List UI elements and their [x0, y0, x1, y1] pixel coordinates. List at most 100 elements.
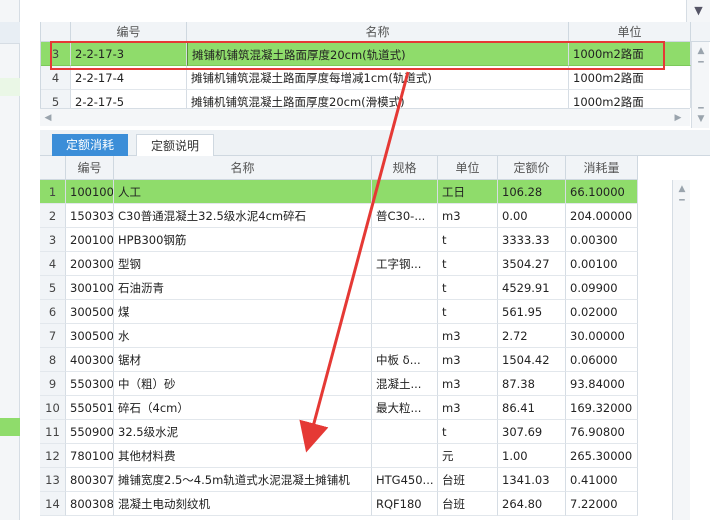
consumption-row[interactable]: 148003083混凝土电动刻纹机RQF180台班264.807.22000: [40, 492, 638, 516]
tab-quota-consumption[interactable]: 定额消耗: [52, 134, 129, 156]
quota-unit[interactable]: 1000m2路面: [569, 90, 691, 108]
bottom-vertical-scrollbar[interactable]: ▲ ━: [672, 180, 690, 520]
consumption-row[interactable]: 105505013碎石（4cm）最大粒...m386.41169.32000: [40, 396, 638, 420]
material-quantity[interactable]: 0.09900: [566, 276, 638, 300]
material-spec[interactable]: [372, 276, 438, 300]
material-code[interactable]: 2003004: [66, 252, 114, 276]
material-unit[interactable]: m3: [438, 396, 498, 420]
material-unit[interactable]: t: [438, 276, 498, 300]
material-unit[interactable]: 台班: [438, 468, 498, 492]
material-quantity[interactable]: 0.00300: [566, 228, 638, 252]
material-name[interactable]: 煤: [114, 300, 372, 324]
material-price[interactable]: 87.38: [498, 372, 566, 396]
material-quantity[interactable]: 0.02000: [566, 300, 638, 324]
material-price[interactable]: 1504.42: [498, 348, 566, 372]
quota-row[interactable]: 3 2-2-17-3 摊铺机铺筑混凝土路面厚度20cm(轨道式) 1000m2路…: [41, 42, 691, 66]
left-panel-row[interactable]: [0, 78, 20, 96]
quota-code[interactable]: 2-2-17-4: [71, 66, 187, 90]
top-horizontal-scrollbar[interactable]: ◀ ▶: [40, 108, 690, 126]
material-name[interactable]: C30普通混凝土32.5级水泥4cm碎石: [114, 204, 372, 228]
material-price[interactable]: 86.41: [498, 396, 566, 420]
material-code[interactable]: 1001001: [66, 180, 114, 204]
material-spec[interactable]: 中板 δ...: [372, 348, 438, 372]
material-price[interactable]: 2.72: [498, 324, 566, 348]
material-code[interactable]: 5505013: [66, 396, 114, 420]
material-code[interactable]: 4003002: [66, 348, 114, 372]
quota-unit[interactable]: 1000m2路面: [569, 66, 691, 90]
consumption-row[interactable]: 21503034C30普通混凝土32.5级水泥4cm碎石普C30-...m30.…: [40, 204, 638, 228]
header-unit[interactable]: 单位: [438, 156, 498, 180]
quota-unit[interactable]: 1000m2路面: [569, 42, 691, 66]
material-quantity[interactable]: 169.32000: [566, 396, 638, 420]
material-quantity[interactable]: 76.90800: [566, 420, 638, 444]
material-code[interactable]: 3005001: [66, 300, 114, 324]
material-name[interactable]: 人工: [114, 180, 372, 204]
material-price[interactable]: 561.95: [498, 300, 566, 324]
material-price[interactable]: 3504.27: [498, 252, 566, 276]
left-panel-selected-row[interactable]: [0, 418, 20, 436]
material-unit[interactable]: t: [438, 300, 498, 324]
material-unit[interactable]: t: [438, 252, 498, 276]
material-name[interactable]: 水: [114, 324, 372, 348]
material-unit[interactable]: 元: [438, 444, 498, 468]
material-name[interactable]: 其他材料费: [114, 444, 372, 468]
consumption-row[interactable]: 127801001其他材料费 元1.00265.30000: [40, 444, 638, 468]
header-code[interactable]: 编号: [71, 22, 187, 42]
material-unit[interactable]: t: [438, 228, 498, 252]
consumption-row[interactable]: 11001001人工 工日106.2866.10000: [40, 180, 638, 204]
material-code[interactable]: 3001001: [66, 276, 114, 300]
scroll-up-arrow-icon[interactable]: ━: [676, 196, 688, 206]
material-price[interactable]: 3333.33: [498, 228, 566, 252]
material-name[interactable]: 32.5级水泥: [114, 420, 372, 444]
material-spec[interactable]: 普C30-...: [372, 204, 438, 228]
material-quantity[interactable]: 93.84000: [566, 372, 638, 396]
material-price[interactable]: 1341.03: [498, 468, 566, 492]
material-name[interactable]: 摊铺宽度2.5～4.5m轨道式水泥混凝土摊铺机: [114, 468, 372, 492]
material-unit[interactable]: m3: [438, 372, 498, 396]
consumption-row[interactable]: 32001001HPB300钢筋 t3333.330.00300: [40, 228, 638, 252]
scroll-right-arrow-icon[interactable]: ▶: [672, 113, 684, 123]
header-unit[interactable]: 单位: [569, 22, 691, 42]
header-price[interactable]: 定额价: [498, 156, 566, 180]
material-spec[interactable]: [372, 324, 438, 348]
material-spec[interactable]: [372, 180, 438, 204]
top-vertical-scrollbar[interactable]: ▲ ━ ━ ▼: [691, 42, 709, 128]
consumption-row[interactable]: 11550900132.5级水泥 t307.6976.90800: [40, 420, 638, 444]
consumption-row[interactable]: 53001001石油沥青 t4529.910.09900: [40, 276, 638, 300]
quota-row[interactable]: 5 2-2-17-5 摊铺机铺筑混凝土路面厚度20cm(滑模式) 1000m2路…: [41, 90, 691, 108]
material-quantity[interactable]: 0.41000: [566, 468, 638, 492]
material-code[interactable]: 5503005: [66, 372, 114, 396]
material-price[interactable]: 1.00: [498, 444, 566, 468]
material-unit[interactable]: m3: [438, 348, 498, 372]
consumption-row[interactable]: 95503005中（粗）砂混凝土...m387.3893.84000: [40, 372, 638, 396]
material-quantity[interactable]: 0.06000: [566, 348, 638, 372]
material-price[interactable]: 106.28: [498, 180, 566, 204]
material-spec[interactable]: [372, 300, 438, 324]
consumption-row[interactable]: 42003004型钢工字钢...t3504.270.00100: [40, 252, 638, 276]
material-unit[interactable]: 台班: [438, 492, 498, 516]
material-spec[interactable]: HTG450...: [372, 468, 438, 492]
material-spec[interactable]: 混凝土...: [372, 372, 438, 396]
material-quantity[interactable]: 204.00000: [566, 204, 638, 228]
quota-row[interactable]: 4 2-2-17-4 摊铺机铺筑混凝土路面厚度每增减1cm(轨道式) 1000m…: [41, 66, 691, 90]
material-price[interactable]: 307.69: [498, 420, 566, 444]
material-price[interactable]: 4529.91: [498, 276, 566, 300]
material-quantity[interactable]: 7.22000: [566, 492, 638, 516]
material-code[interactable]: 3005004: [66, 324, 114, 348]
header-code[interactable]: 编号: [66, 156, 114, 180]
material-code[interactable]: 7801001: [66, 444, 114, 468]
quota-code[interactable]: 2-2-17-3: [71, 42, 187, 66]
material-spec[interactable]: [372, 228, 438, 252]
header-name[interactable]: 名称: [187, 22, 569, 42]
header-name[interactable]: 名称: [114, 156, 372, 180]
scroll-up-arrow-icon[interactable]: ▲: [695, 46, 707, 56]
consumption-row[interactable]: 138003077摊铺宽度2.5～4.5m轨道式水泥混凝土摊铺机HTG450..…: [40, 468, 638, 492]
material-price[interactable]: 264.80: [498, 492, 566, 516]
material-name[interactable]: 中（粗）砂: [114, 372, 372, 396]
header-spec[interactable]: 规格: [372, 156, 438, 180]
header-quantity[interactable]: 消耗量: [566, 156, 638, 180]
quota-code[interactable]: 2-2-17-5: [71, 90, 187, 108]
material-unit[interactable]: t: [438, 420, 498, 444]
material-name[interactable]: 型钢: [114, 252, 372, 276]
material-quantity[interactable]: 30.00000: [566, 324, 638, 348]
